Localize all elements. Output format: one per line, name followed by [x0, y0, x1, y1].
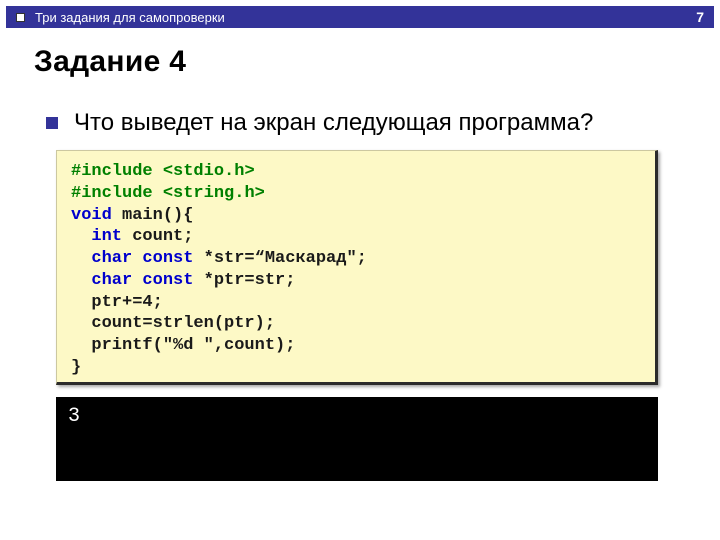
code-token: count=strlen(ptr);	[71, 314, 275, 333]
header-bullet-icon	[16, 13, 25, 22]
breadcrumb-text: Три задания для самопроверки	[35, 10, 225, 25]
question-row: Что выведет на экран следующая программа…	[46, 108, 700, 138]
output-text: 3	[68, 405, 80, 428]
code-block: #include <stdio.h> #include <string.h> v…	[56, 150, 658, 385]
code-token: *str=“Маскарад";	[204, 249, 367, 268]
code-token: ptr+=4;	[71, 293, 163, 312]
code-token: count;	[122, 227, 193, 246]
code-token: printf("%d ",count);	[71, 336, 295, 355]
slide-header: Три задания для самопроверки 7	[6, 6, 714, 28]
page-number: 7	[696, 9, 704, 25]
code-token: #include	[71, 184, 163, 203]
code-token: }	[71, 358, 81, 377]
code-token: char const	[71, 249, 204, 268]
breadcrumb: Три задания для самопроверки	[16, 10, 225, 25]
code-token: <string.h>	[163, 184, 265, 203]
code-token: char const	[71, 271, 204, 290]
code-token: int	[71, 227, 122, 246]
code-token: #include	[71, 162, 163, 181]
code-token: <stdio.h>	[163, 162, 255, 181]
code-token: main(){	[112, 206, 194, 225]
slide-title: Задание 4	[34, 45, 186, 79]
code-token: *ptr=str;	[204, 271, 296, 290]
question-text: Что выведет на экран следующая программа…	[74, 108, 593, 138]
slide: Три задания для самопроверки 7 Задание 4…	[0, 0, 720, 540]
bullet-square-icon	[46, 117, 58, 129]
code-token: void	[71, 206, 112, 225]
program-output: 3	[56, 397, 658, 481]
